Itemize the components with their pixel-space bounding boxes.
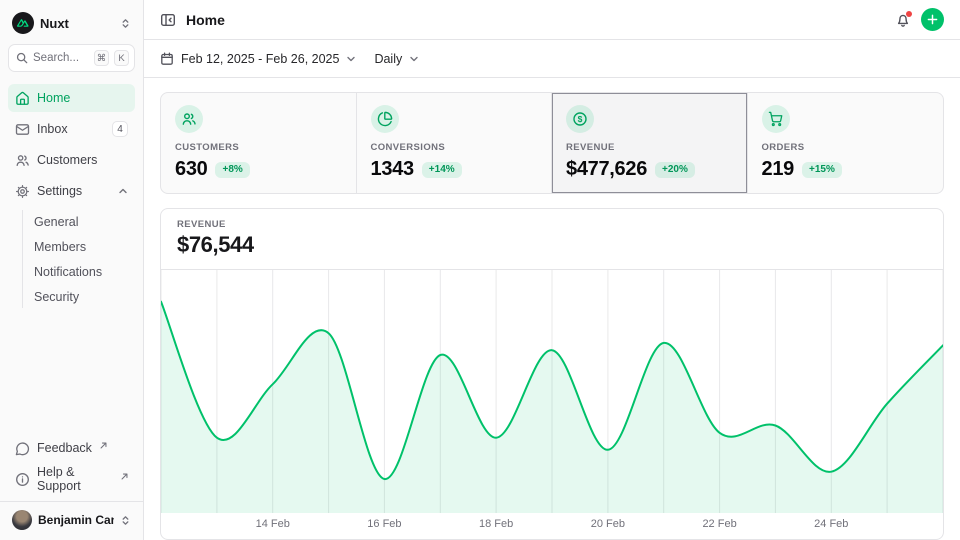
x-axis-tick-label: 14 Feb: [256, 518, 290, 530]
search-placeholder: Search...: [33, 52, 89, 64]
stat-value: $477,626: [566, 158, 647, 181]
users-icon: [15, 153, 30, 168]
sidebar-item-home[interactable]: Home: [8, 84, 135, 112]
date-range-picker[interactable]: Feb 12, 2025 - Feb 26, 2025: [160, 52, 356, 66]
sidebar-item-label: Help & Support: [37, 465, 113, 493]
x-axis-tick-label: 22 Feb: [702, 518, 736, 530]
sidebar-item-label: Inbox: [37, 122, 105, 136]
stat-change-badge: +20%: [655, 162, 695, 178]
stat-change-badge: +15%: [802, 162, 842, 178]
stat-card-revenue[interactable]: $ REVENUE $477,626 +20%: [552, 93, 748, 193]
gear-icon: [15, 184, 30, 199]
collapse-sidebar-button[interactable]: [160, 12, 176, 28]
sidebar-footer-nav: Feedback Help & Support: [8, 434, 135, 493]
external-link-icon: [121, 473, 128, 480]
stat-value: 1343: [371, 158, 414, 181]
chart-x-axis: 14 Feb 16 Feb 18 Feb 20 Feb 22 Feb 24 Feb: [161, 513, 943, 539]
chevron-up-icon: [118, 186, 128, 196]
sidebar-divider: [0, 501, 143, 502]
stat-change-badge: +8%: [215, 162, 249, 178]
revenue-chart-card: REVENUE $76,544 14 Feb 16 Feb 18 Feb 20 Feb…: [160, 208, 944, 540]
svg-text:$: $: [578, 114, 583, 124]
stats-grid: CUSTOMERS 630 +8% CONVERSIONS 1343 +14%: [160, 92, 944, 194]
search-input[interactable]: Search... ⌘ K: [8, 44, 135, 72]
kbd-k: K: [114, 50, 129, 66]
period-select[interactable]: Daily: [374, 52, 419, 66]
stat-change-badge: +14%: [422, 162, 462, 178]
page-header: Home: [144, 0, 960, 40]
users-icon: [175, 105, 203, 133]
stat-card-conversions[interactable]: CONVERSIONS 1343 +14%: [357, 93, 553, 193]
sidebar-item-label: Customers: [37, 153, 128, 167]
message-bubble-icon: [15, 441, 30, 456]
external-link-icon: [100, 442, 107, 449]
stat-value: 630: [175, 158, 207, 181]
stat-label: REVENUE: [566, 142, 733, 153]
sidebar-item-notifications[interactable]: Notifications: [34, 260, 135, 283]
page-title: Home: [186, 12, 225, 28]
chevrons-up-down-icon: [120, 515, 131, 526]
search-icon: [16, 52, 28, 64]
period-label: Daily: [374, 52, 402, 66]
stat-label: CONVERSIONS: [371, 142, 538, 153]
x-axis-tick-label: 24 Feb: [814, 518, 848, 530]
settings-submenu: General Members Notifications Security: [22, 210, 135, 308]
x-axis-tick-label: 20 Feb: [591, 518, 625, 530]
sidebar-nav: Home Inbox 4 Customers Settings: [8, 84, 135, 310]
sidebar-item-label: Settings: [37, 184, 111, 198]
stat-value: 219: [762, 158, 794, 181]
chevron-down-icon: [409, 54, 419, 64]
user-avatar: [12, 510, 32, 530]
add-button[interactable]: [921, 8, 944, 31]
notifications-button[interactable]: [895, 12, 911, 28]
stat-label: CUSTOMERS: [175, 142, 342, 153]
nuxt-logo-icon: [12, 12, 34, 34]
stat-label: ORDERS: [762, 142, 930, 153]
sidebar-item-label: Feedback: [37, 441, 92, 455]
shopping-cart-icon: [762, 105, 790, 133]
chart-metric-value: $76,544: [177, 232, 927, 258]
sidebar-item-settings[interactable]: Settings: [8, 177, 135, 205]
inbox-count-badge: 4: [112, 121, 128, 137]
sidebar-item-general[interactable]: General: [34, 210, 135, 233]
sidebar-item-security[interactable]: Security: [34, 285, 135, 308]
filters-toolbar: Feb 12, 2025 - Feb 26, 2025 Daily: [144, 40, 960, 78]
sidebar-item-help-support[interactable]: Help & Support: [8, 465, 135, 493]
chart-metric-label: REVENUE: [177, 219, 927, 230]
date-range-label: Feb 12, 2025 - Feb 26, 2025: [181, 52, 339, 66]
sidebar-item-feedback[interactable]: Feedback: [8, 434, 135, 462]
workspace-name: Nuxt: [40, 16, 114, 31]
info-circle-icon: [15, 472, 30, 487]
workspace-switcher[interactable]: Nuxt: [8, 8, 135, 44]
sidebar: Nuxt Search... ⌘ K Home: [0, 0, 144, 540]
sidebar-item-members[interactable]: Members: [34, 235, 135, 258]
inbox-icon: [15, 122, 30, 137]
sidebar-item-label: Home: [37, 91, 128, 105]
chevrons-up-down-icon: [120, 18, 131, 29]
stat-card-customers[interactable]: CUSTOMERS 630 +8%: [161, 93, 357, 193]
sidebar-item-customers[interactable]: Customers: [8, 146, 135, 174]
circle-dollar-icon: $: [566, 105, 594, 133]
sidebar-spacer: [8, 310, 135, 434]
calendar-icon: [160, 52, 174, 66]
chart-pie-icon: [371, 105, 399, 133]
user-menu[interactable]: Benjamin Canac: [8, 508, 135, 532]
notification-dot: [906, 11, 912, 17]
kbd-cmd: ⌘: [94, 50, 109, 66]
x-axis-tick-label: 16 Feb: [367, 518, 401, 530]
chart-plot-area[interactable]: [161, 270, 943, 513]
sidebar-item-inbox[interactable]: Inbox 4: [8, 115, 135, 143]
revenue-area-chart: [161, 270, 943, 513]
chart-header: REVENUE $76,544: [161, 209, 943, 270]
stat-card-orders[interactable]: ORDERS 219 +15%: [748, 93, 944, 193]
chevron-down-icon: [346, 54, 356, 64]
dashboard-app: Nuxt Search... ⌘ K Home: [0, 0, 960, 540]
x-axis-tick-label: 18 Feb: [479, 518, 513, 530]
house-icon: [15, 91, 30, 106]
main-area: Home Feb 12, 2025 - Feb 26, 2025: [144, 0, 960, 540]
dashboard-content: CUSTOMERS 630 +8% CONVERSIONS 1343 +14%: [144, 78, 960, 540]
user-name: Benjamin Canac: [38, 513, 114, 527]
